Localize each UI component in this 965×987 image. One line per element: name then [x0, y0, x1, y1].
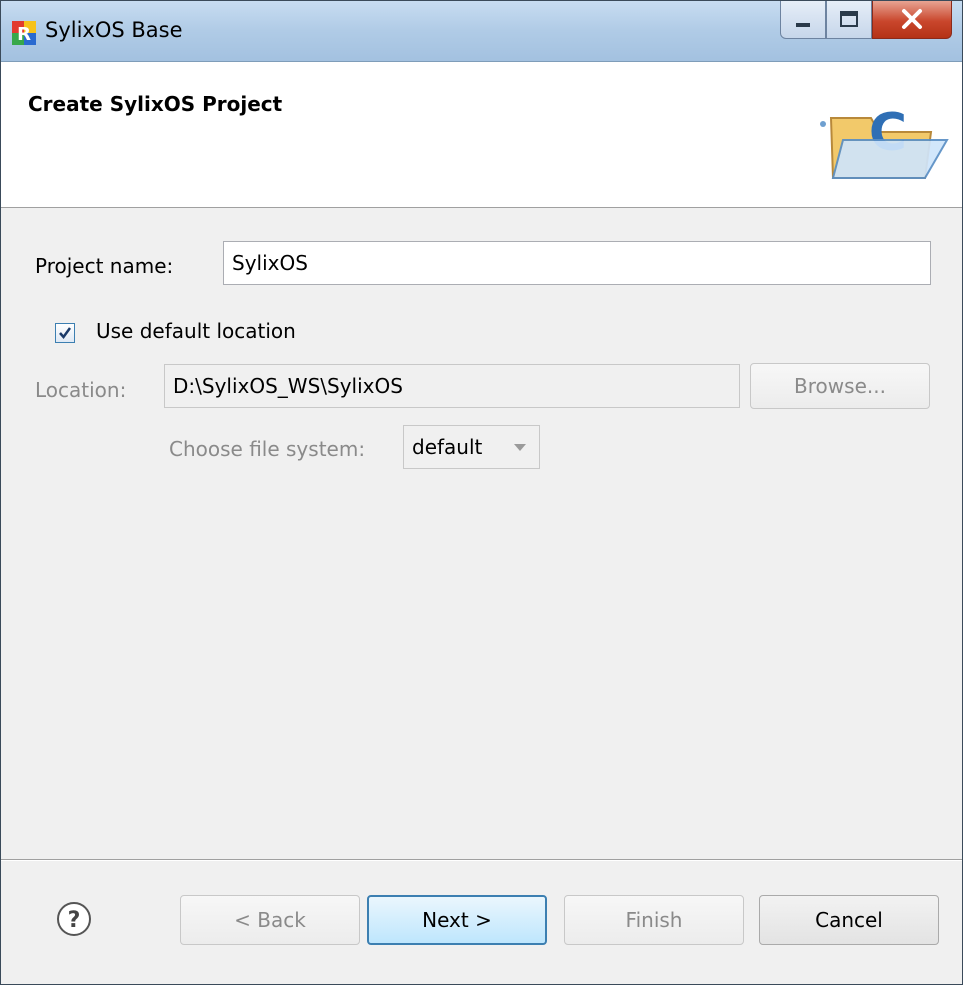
browse-button: Browse... — [750, 363, 930, 409]
project-name-value: SylixOS — [232, 251, 308, 275]
app-icon: R — [12, 21, 36, 45]
page-title: Create SylixOS Project — [28, 92, 283, 116]
title-bar[interactable]: R SylixOS Base — [1, 1, 962, 62]
new-c-project-folder-icon: C — [820, 103, 949, 179]
help-question-icon[interactable]: ? — [56, 901, 92, 937]
next-button[interactable]: Next > — [367, 895, 547, 945]
back-button: < Back — [180, 895, 360, 945]
checkmark-icon — [59, 327, 72, 340]
wizard-header: Create SylixOS Project C — [1, 62, 962, 208]
location-value: D:\SylixOS_WS\SylixOS — [173, 374, 403, 398]
filesystem-select: default — [403, 425, 540, 469]
close-x-icon — [902, 9, 922, 29]
location-field: D:\SylixOS_WS\SylixOS — [164, 364, 740, 408]
close-button[interactable] — [872, 1, 952, 39]
window-controls — [780, 1, 952, 43]
cancel-button[interactable]: Cancel — [759, 895, 939, 945]
svg-text:R: R — [17, 24, 31, 45]
project-name-label: Project name: — [35, 254, 174, 278]
maximize-icon — [840, 11, 858, 27]
maximize-button[interactable] — [826, 1, 872, 39]
minimize-button[interactable] — [780, 1, 826, 39]
filesystem-value: default — [412, 435, 483, 459]
footer-separator-highlight — [1, 860, 962, 861]
use-default-location-checkbox[interactable] — [55, 323, 75, 343]
location-label: Location: — [35, 378, 127, 402]
dialog-window: R SylixOS Base Create SylixOS Project C … — [0, 0, 963, 985]
project-name-input[interactable]: SylixOS — [223, 241, 931, 285]
finish-button: Finish — [564, 895, 744, 945]
window-title: SylixOS Base — [45, 18, 183, 42]
chevron-down-icon — [514, 444, 526, 451]
use-default-location-label[interactable]: Use default location — [96, 319, 296, 343]
minimize-icon — [796, 23, 810, 27]
svg-text:?: ? — [68, 908, 81, 933]
filesystem-label: Choose file system: — [169, 437, 366, 461]
